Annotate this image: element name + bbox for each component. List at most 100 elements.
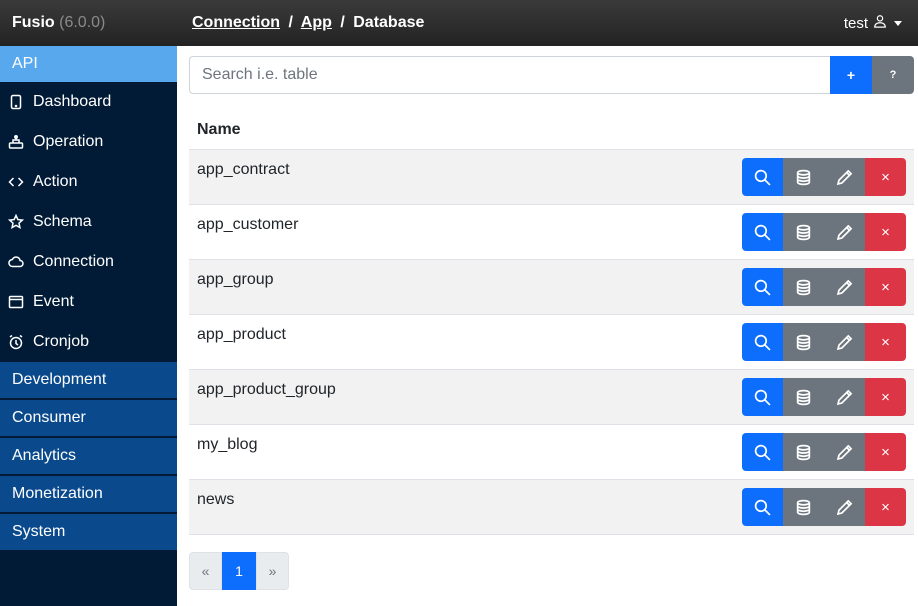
edit-button[interactable] [824, 378, 865, 416]
row-name: app_customer [197, 216, 299, 233]
sidebar-item-label: Action [33, 173, 78, 190]
user-menu[interactable]: test [844, 14, 902, 32]
sidebar-section-system[interactable]: System [0, 514, 177, 550]
sidebar-section-analytics[interactable]: Analytics [0, 438, 177, 474]
sidebar-item-schema[interactable]: Schema [0, 202, 177, 242]
table-row: app_product_group × [189, 370, 914, 425]
sidebar-item-label: Cronjob [33, 333, 90, 350]
sidebar-header-api[interactable]: API [0, 46, 177, 82]
pencil-icon [836, 499, 853, 516]
edit-button[interactable] [824, 268, 865, 306]
sidebar-item-label: Dashboard [33, 93, 112, 110]
column-header-name: Name [189, 110, 914, 150]
data-button[interactable] [783, 323, 824, 361]
sidebar-item-label: Operation [33, 133, 104, 150]
database-table: Name app_contract × app_customer × app_group… [189, 110, 914, 535]
data-button[interactable] [783, 433, 824, 471]
delete-button[interactable]: × [865, 268, 906, 306]
delete-button[interactable]: × [865, 378, 906, 416]
close-icon: × [881, 168, 890, 186]
row-name: news [197, 491, 235, 508]
tablet-icon [7, 93, 25, 111]
edit-button[interactable] [824, 323, 865, 361]
star-icon [7, 213, 25, 231]
database-icon [795, 169, 812, 186]
row-actions: × [742, 213, 906, 251]
data-button[interactable] [783, 158, 824, 196]
search-bar: + ? [189, 56, 914, 94]
view-button[interactable] [742, 488, 783, 526]
sidebar-item-label: Event [33, 293, 74, 310]
data-button[interactable] [783, 268, 824, 306]
view-button[interactable] [742, 323, 783, 361]
pencil-icon [836, 169, 853, 186]
delete-button[interactable]: × [865, 213, 906, 251]
row-actions: × [742, 433, 906, 471]
breadcrumb-database: Database [353, 14, 425, 31]
window-icon [7, 293, 25, 311]
help-button[interactable]: ? [872, 56, 914, 94]
row-actions: × [742, 378, 906, 416]
sidebar-section-development[interactable]: Development [0, 362, 177, 398]
brand-name: Fusio [12, 14, 55, 31]
row-name: app_contract [197, 161, 290, 178]
caret-down-icon [894, 20, 902, 26]
delete-button[interactable]: × [865, 488, 906, 526]
pencil-icon [836, 224, 853, 241]
database-icon [795, 334, 812, 351]
edit-button[interactable] [824, 213, 865, 251]
database-icon [795, 279, 812, 296]
sidebar-section-consumer[interactable]: Consumer [0, 400, 177, 436]
close-icon: × [881, 498, 890, 516]
edit-button[interactable] [824, 488, 865, 526]
sidebar-item-operation[interactable]: Operation [0, 122, 177, 162]
brand[interactable]: Fusio (6.0.0) [12, 14, 105, 32]
data-button[interactable] [783, 378, 824, 416]
edit-button[interactable] [824, 433, 865, 471]
data-button[interactable] [783, 213, 824, 251]
delete-button[interactable]: × [865, 158, 906, 196]
pagination-page-current[interactable]: 1 [222, 552, 256, 590]
sidebar-section-monetization[interactable]: Monetization [0, 476, 177, 512]
table-row: app_group × [189, 260, 914, 315]
search-icon [754, 334, 771, 351]
sidebar-item-connection[interactable]: Connection [0, 242, 177, 282]
delete-button[interactable]: × [865, 433, 906, 471]
search-icon [754, 169, 771, 186]
delete-button[interactable]: × [865, 323, 906, 361]
sidebar-item-event[interactable]: Event [0, 282, 177, 322]
table-row: app_product × [189, 315, 914, 370]
person-icon [873, 14, 887, 32]
sidebar-item-dashboard[interactable]: Dashboard [0, 82, 177, 122]
code-icon [7, 173, 25, 191]
close-icon: × [881, 388, 890, 406]
sidebar-item-label: Connection [33, 253, 114, 270]
database-icon [795, 444, 812, 461]
search-icon [754, 444, 771, 461]
pagination-prev[interactable]: « [189, 552, 222, 590]
breadcrumb-separator: / [288, 14, 293, 31]
username: test [843, 14, 868, 32]
view-button[interactable] [742, 433, 783, 471]
view-button[interactable] [742, 158, 783, 196]
breadcrumb-app[interactable]: App [301, 14, 332, 31]
row-name: app_product [197, 326, 286, 343]
search-icon [754, 499, 771, 516]
view-button[interactable] [742, 213, 783, 251]
brand-version: (6.0.0) [59, 14, 106, 31]
pagination-next[interactable]: » [256, 552, 289, 590]
breadcrumb-connection[interactable]: Connection [192, 14, 280, 31]
row-name: my_blog [197, 436, 258, 453]
data-button[interactable] [783, 488, 824, 526]
row-name: app_product_group [197, 381, 336, 398]
edit-button[interactable] [824, 158, 865, 196]
view-button[interactable] [742, 378, 783, 416]
sidebar-item-cronjob[interactable]: Cronjob [0, 322, 177, 362]
sidebar-item-label: Schema [33, 213, 92, 230]
row-actions: × [742, 158, 906, 196]
search-input[interactable] [189, 56, 830, 94]
close-icon: × [881, 278, 890, 296]
add-button[interactable]: + [830, 56, 872, 94]
view-button[interactable] [742, 268, 783, 306]
sidebar-item-action[interactable]: Action [0, 162, 177, 202]
